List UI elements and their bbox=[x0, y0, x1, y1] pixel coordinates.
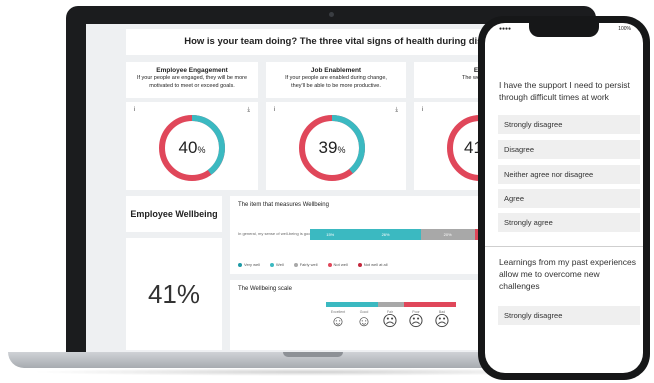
face-glyph: ☺ bbox=[356, 313, 372, 330]
phone: ●●●● 100% I have the support I need to p… bbox=[478, 16, 650, 380]
legend-dot bbox=[327, 262, 332, 267]
laptop-notch bbox=[283, 352, 343, 357]
option-agree[interactable]: Agree bbox=[498, 189, 640, 208]
legend-dot bbox=[270, 262, 275, 267]
face-icon: Excellent ☺ bbox=[328, 310, 348, 330]
scale-segment bbox=[326, 302, 352, 307]
metric-header-engagement: Employee Engagement If your people are e… bbox=[126, 62, 258, 98]
scale-segment bbox=[352, 302, 378, 307]
measure-title: The item that measures Wellbeing bbox=[238, 202, 329, 208]
legend-item: Fairly well bbox=[293, 262, 318, 267]
face-glyph: ☹ bbox=[434, 313, 450, 330]
metric-desc: motivated to meet or exceed goals. bbox=[149, 83, 235, 89]
info-icon[interactable]: i bbox=[422, 107, 423, 113]
metric-title: Job Enablement bbox=[310, 67, 362, 74]
scale-segment bbox=[378, 302, 404, 307]
scale-bar bbox=[326, 302, 456, 307]
question-2: Learnings from my past experiences allow… bbox=[499, 257, 637, 291]
legend-item: Not well bbox=[327, 262, 348, 267]
bar-segment: 26% bbox=[350, 229, 421, 240]
face-icon: Good ☺ bbox=[354, 310, 374, 330]
face-glyph: ☺ bbox=[330, 313, 346, 330]
legend-dot bbox=[293, 262, 298, 267]
wellbeing-value: 41% bbox=[126, 238, 222, 350]
option-strongly-disagree[interactable]: Strongly disagree bbox=[498, 115, 640, 134]
metric-desc: If your people are engaged, they will be… bbox=[136, 75, 248, 81]
legend-dot bbox=[238, 262, 242, 267]
option-strongly-disagree[interactable]: Strongly disagree bbox=[498, 306, 640, 325]
download-icon[interactable]: ⤓ bbox=[247, 107, 250, 114]
face-scale: Excellent ☺ Good ☺ Fair ☹ Poor ☹ Bad ☹ bbox=[328, 310, 452, 330]
legend-item: Well bbox=[270, 262, 284, 267]
legend-item: Very well bbox=[238, 262, 260, 267]
gauge-value: 40% bbox=[178, 138, 206, 157]
phone-screen: ●●●● 100% I have the support I need to p… bbox=[485, 23, 643, 373]
face-icon: Poor ☹ bbox=[406, 310, 426, 330]
metric-desc: they'll be able to be more productive. bbox=[291, 83, 381, 89]
camera-icon bbox=[329, 12, 334, 17]
face-glyph: ☹ bbox=[408, 313, 424, 330]
face-icon: Fair ☹ bbox=[380, 310, 400, 330]
legend-item: Not well at all bbox=[357, 262, 388, 267]
divider bbox=[485, 246, 643, 247]
battery-status: 100% bbox=[618, 26, 631, 32]
metric-title: Employee Engagement bbox=[156, 67, 228, 74]
face-icon: Bad ☹ bbox=[432, 310, 452, 330]
phone-notch bbox=[529, 23, 599, 37]
signal-icon: ●●●● bbox=[499, 26, 512, 32]
option-disagree[interactable]: Disagree bbox=[498, 140, 640, 159]
metric-desc: If your people are enabled during change… bbox=[285, 75, 387, 81]
gauge-value: 39% bbox=[318, 138, 346, 157]
measure-question: In general, my sense of well-being is go… bbox=[238, 231, 313, 236]
gauge-card-enablement: i ⤓ 39% bbox=[266, 102, 406, 190]
gauge-card-engagement: i ⤓ 40% bbox=[126, 102, 258, 190]
legend-dot bbox=[357, 262, 362, 267]
scale-title: The Wellbeing scale bbox=[238, 286, 292, 292]
scale-segment bbox=[430, 302, 456, 307]
scale-segment bbox=[404, 302, 430, 307]
bar-segment: 15% bbox=[310, 229, 351, 240]
option-neither[interactable]: Neither agree nor disagree bbox=[498, 165, 640, 184]
info-icon[interactable]: i bbox=[134, 107, 135, 113]
legend: Very well Well Fairly well Not well Not well… bbox=[238, 262, 388, 267]
option-strongly-agree[interactable]: Strongly agree bbox=[498, 213, 640, 232]
face-glyph: ☹ bbox=[382, 313, 398, 330]
wellbeing-title: Employee Wellbeing bbox=[126, 196, 222, 232]
bar-segment: 20% bbox=[420, 229, 475, 240]
metric-header-enablement: Job Enablement If your people are enable… bbox=[266, 62, 406, 98]
info-icon[interactable]: i bbox=[274, 107, 275, 113]
question-1: I have the support I need to persist thr… bbox=[499, 80, 630, 102]
download-icon[interactable]: ⤓ bbox=[395, 107, 398, 114]
